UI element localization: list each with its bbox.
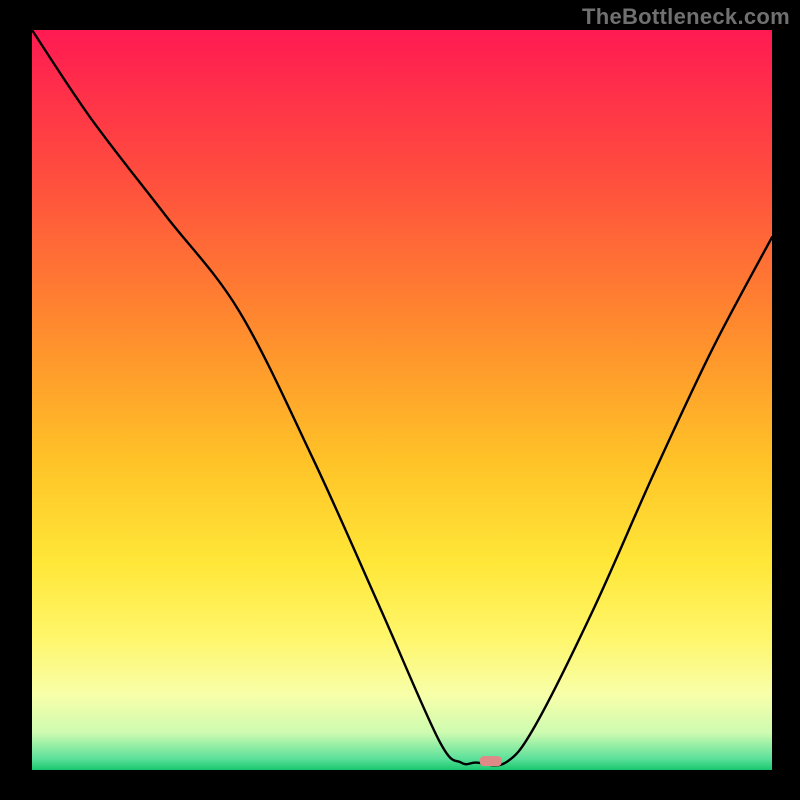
chart-svg	[32, 30, 772, 770]
plot-area	[32, 30, 772, 770]
watermark-text: TheBottleneck.com	[582, 4, 790, 30]
optimal-marker	[480, 756, 502, 766]
chart-frame: TheBottleneck.com	[0, 0, 800, 800]
